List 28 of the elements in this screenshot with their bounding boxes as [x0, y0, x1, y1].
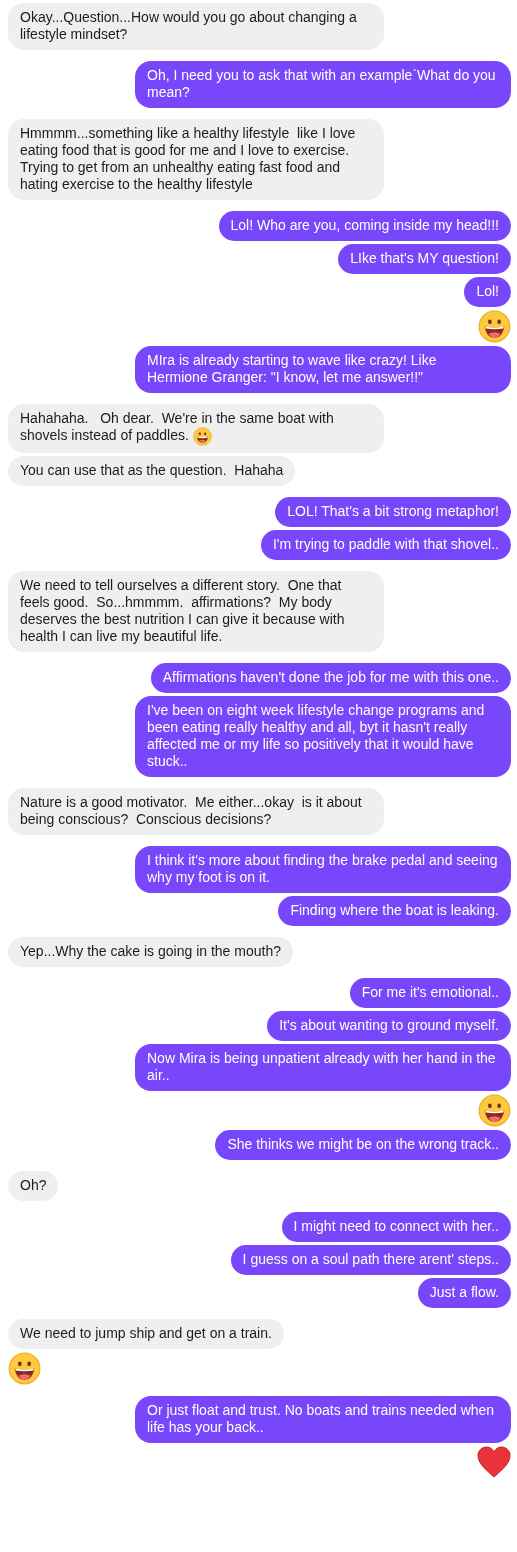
message-bubble: Lol! Who are you, coming inside my head!!!	[218, 211, 511, 241]
message-bubble: Hahahaha. Oh dear. We're in the same boat with shovels instead of paddles.	[8, 404, 384, 453]
message-bubble: Finding where the boat is leaking.	[278, 896, 511, 926]
message-bubble: I've been on eight week lifestyle change programs and been eating really healthy and all, byt it hasn't really affected me or my life so positively that it would have stuck..	[135, 696, 511, 777]
message-bubble: Oh?	[8, 1171, 59, 1201]
message-bubble: I'm trying to paddle with that shovel..	[261, 530, 511, 560]
message-bubble: LIke that's MY question!	[338, 244, 511, 274]
message-bubble: Lol!	[464, 277, 511, 307]
message-bubble: Nature is a good motivator. Me either...okay is it about being conscious? Conscious decisions?	[8, 788, 384, 835]
message-bubble: Or just float and trust. No boats and trains needed when life has your back..	[135, 1396, 511, 1443]
message-bubble: Okay...Question...How would you go about changing a lifestyle mindset?	[8, 3, 384, 50]
message-bubble: Oh, I need you to ask that with an example`What do you mean?	[135, 61, 511, 108]
message-bubble: It's about wanting to ground myself.	[267, 1011, 511, 1041]
message-bubble: I think it's more about finding the brake pedal and seeing why my foot is on it.	[135, 846, 511, 893]
message-bubble: LOL! That's a bit strong metaphor!	[275, 497, 511, 527]
message-bubble: For me it's emotional..	[349, 978, 511, 1008]
message-bubble: MIra is already starting to wave like crazy! Like Hermione Granger: "I know, let me answer!!"	[135, 346, 511, 393]
message-bubble: Hmmmm...something like a healthy lifestyle like I love eating food that is good for me and I love to exercise. Trying to get from an unhealthy eating fast food and hating exercise to the healthy lifestyle	[8, 119, 384, 200]
message-bubble: Just a flow.	[417, 1278, 511, 1308]
message-bubble: She thinks we might be on the wrong track..	[215, 1130, 511, 1160]
message-bubble: Yep...Why the cake is going in the mouth?	[8, 937, 293, 967]
message-bubble: Affirmations haven't done the job for me with this one..	[150, 663, 511, 693]
message-bubble: I guess on a soul path there arent' steps..	[230, 1245, 511, 1275]
message-bubble: You can use that as the question. Hahaha	[8, 456, 296, 486]
message-bubble: I might need to connect with her..	[281, 1212, 511, 1242]
message-bubble: We need to jump ship and get on a train.	[8, 1319, 284, 1349]
message-bubble: We need to tell ourselves a different story. One that feels good. So...hmmmm. affirmations? My body deserves the best nutrition I can give it because with health I can live my beautiful life.	[8, 571, 384, 652]
message-bubble: Now Mira is being unpatient already with her hand in the air..	[135, 1044, 511, 1091]
